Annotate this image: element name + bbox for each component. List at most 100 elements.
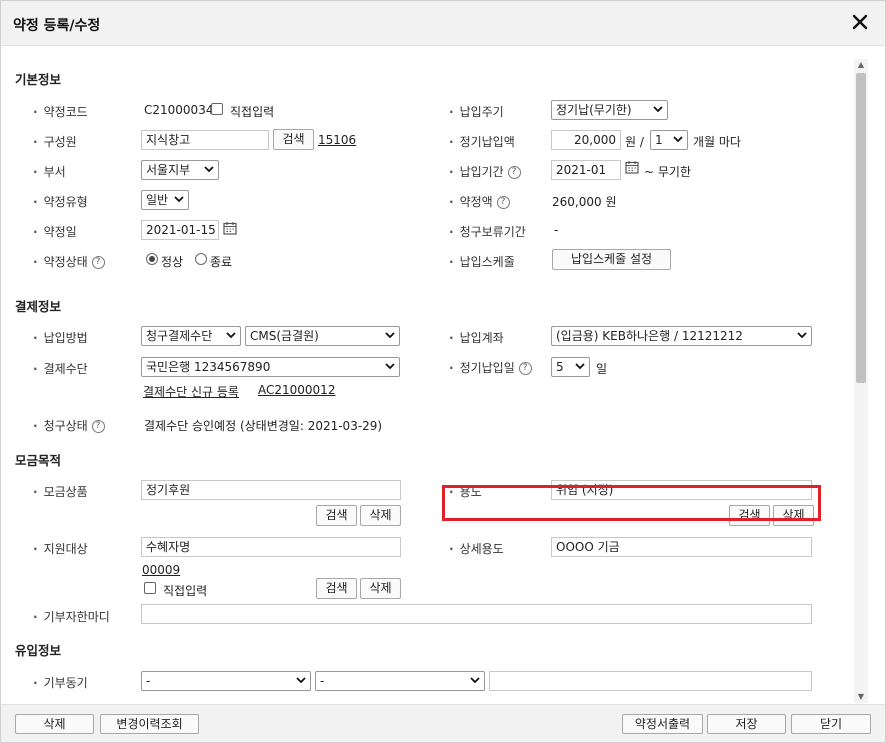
member-id-link[interactable]: 15106 <box>318 133 356 147</box>
help-icon[interactable]: ? <box>91 420 105 433</box>
pay-day-unit: 일 <box>596 362 608 376</box>
dialog-titlebar: 약정 등록/수정 <box>1 1 885 46</box>
dept-select[interactable]: 서울지부 <box>141 160 219 180</box>
scroll-up-icon[interactable]: ▲ <box>854 59 868 71</box>
amount-label: · 정기납입액 <box>449 135 515 149</box>
dialog-title: 약정 등록/수정 <box>13 18 101 34</box>
status-end-radio[interactable] <box>195 253 207 265</box>
close-button[interactable]: 닫기 <box>791 714 871 734</box>
print-button[interactable]: 약정서출력 <box>622 714 703 734</box>
account-label: · 납입계좌 <box>449 331 504 345</box>
calendar-icon[interactable] <box>625 160 639 174</box>
schedule-label: · 납입스케줄 <box>449 255 515 269</box>
code-direct-input-checkbox[interactable] <box>211 103 223 115</box>
code-direct-input-label: 직접입력 <box>230 105 275 119</box>
agreement-dialog: 약정 등록/수정 기본정보 · 약정코드 C21000034 직접입력 · 구성원 … <box>0 0 886 743</box>
months-select[interactable]: 1 <box>650 130 688 150</box>
calendar-icon[interactable] <box>223 221 237 235</box>
hold-value: - <box>554 223 559 237</box>
chevron-down-icon <box>673 136 683 143</box>
period-label: · 납입기간 ? <box>449 163 521 180</box>
status-normal-label: 정상 <box>161 255 184 269</box>
period-end: ~ 무기한 <box>644 165 691 179</box>
chevron-down-icon <box>797 332 807 339</box>
chevron-down-icon <box>470 677 480 684</box>
chevron-down-icon <box>226 332 236 339</box>
help-icon[interactable]: ? <box>496 196 510 209</box>
product-delete-button[interactable]: 삭제 <box>360 505 401 526</box>
billing-status-value: 결제수단 승인예정 (상태변경일: 2021-03-29) <box>144 419 383 433</box>
close-icon[interactable] <box>849 11 871 33</box>
account-select[interactable]: (입금용) KEB하나은행 / 12121212 <box>551 326 812 346</box>
months-suffix: 개월 마다 <box>693 135 741 149</box>
motive-text-input[interactable] <box>489 671 812 691</box>
status-normal-radio[interactable] <box>146 253 158 265</box>
chevron-down-icon <box>204 166 214 173</box>
period-start-input[interactable]: 2021-01 <box>551 160 621 180</box>
dialog-content: 기본정보 · 약정코드 C21000034 직접입력 · 구성원 지식창고 검색 1… <box>1 47 853 703</box>
chevron-down-icon <box>653 106 663 113</box>
chevron-down-icon <box>385 332 395 339</box>
product-input[interactable]: 정기후원 <box>141 480 401 500</box>
product-label: · 모금상품 <box>33 485 88 499</box>
amount-unit: 원 / <box>625 135 644 149</box>
type-label: · 약정유형 <box>33 195 88 209</box>
save-button[interactable]: 저장 <box>707 714 786 734</box>
means-label: · 결제수단 <box>33 362 88 376</box>
cycle-select[interactable]: 정기납(무기한) <box>551 100 668 120</box>
help-icon[interactable]: ? <box>507 166 521 179</box>
chevron-down-icon <box>296 677 306 684</box>
help-icon[interactable]: ? <box>91 256 105 269</box>
section-basic-title: 기본정보 <box>15 72 62 87</box>
section-payment-title: 결제정보 <box>15 299 62 314</box>
target-direct-input-checkbox[interactable] <box>144 582 156 594</box>
hold-label: · 청구보류기간 <box>449 225 526 239</box>
amount-input[interactable]: 20,000 <box>551 130 621 150</box>
motive-label: · 기부동기 <box>33 676 88 690</box>
help-icon[interactable]: ? <box>518 362 532 375</box>
date-label: · 약정일 <box>33 225 77 239</box>
chevron-down-icon <box>575 363 585 370</box>
status-label: · 약정상태 ? <box>33 253 105 270</box>
target-id-link[interactable]: 00009 <box>142 563 180 577</box>
dept-label: · 부서 <box>33 165 66 179</box>
method-select[interactable]: 청구결제수단 <box>141 326 241 346</box>
target-direct-input-label: 직접입력 <box>163 584 208 598</box>
schedule-button[interactable]: 납입스케줄 설정 <box>552 249 671 270</box>
means-code-link[interactable]: AC21000012 <box>258 383 335 397</box>
type-select[interactable]: 일반 <box>141 190 189 210</box>
status-end-label: 종료 <box>210 255 233 269</box>
pay-day-select[interactable]: 5 <box>551 357 590 377</box>
method-label: · 납입방법 <box>33 331 88 345</box>
code-label: · 약정코드 <box>33 105 88 119</box>
motive-select-1[interactable]: - <box>141 671 311 691</box>
member-search-button[interactable]: 검색 <box>273 129 314 150</box>
target-input[interactable]: 수혜자명 <box>141 537 401 557</box>
product-search-button[interactable]: 검색 <box>316 505 357 526</box>
total-label: · 약정액 ? <box>449 193 510 210</box>
member-label: · 구성원 <box>33 135 77 149</box>
content-scrollbar[interactable]: ▲ ▼ <box>854 59 868 703</box>
dialog-footer: 삭제 변경이력조회 약정서출력 저장 닫기 <box>1 704 885 742</box>
detail-use-input[interactable]: OOOO 기금 <box>551 537 812 557</box>
new-means-link[interactable]: 결제수단 신규 등록 <box>143 383 239 400</box>
motive-select-2[interactable]: - <box>315 671 485 691</box>
donor-words-label: · 기부자한마디 <box>33 610 110 624</box>
history-button[interactable]: 변경이력조회 <box>100 714 199 734</box>
means-select[interactable]: 국민은행 1234567890 <box>141 357 400 377</box>
delete-button[interactable]: 삭제 <box>15 714 94 734</box>
total-value: 260,000 원 <box>552 195 617 209</box>
scroll-thumb[interactable] <box>856 73 866 383</box>
date-input[interactable]: 2021-01-15 <box>141 220 219 240</box>
section-purpose-title: 모금목적 <box>15 453 62 468</box>
scroll-down-icon[interactable]: ▼ <box>854 691 868 703</box>
chevron-down-icon <box>174 196 184 203</box>
method-sub-select[interactable]: CMS(금결원) <box>245 326 400 346</box>
target-label: · 지원대상 <box>33 542 88 556</box>
detail-use-label: · 상세용도 <box>449 542 504 556</box>
target-delete-button[interactable]: 삭제 <box>360 578 401 599</box>
donor-words-input[interactable] <box>141 604 812 624</box>
member-input[interactable]: 지식창고 <box>141 130 269 150</box>
detail-use-highlight <box>442 485 821 521</box>
target-search-button[interactable]: 검색 <box>316 578 357 599</box>
